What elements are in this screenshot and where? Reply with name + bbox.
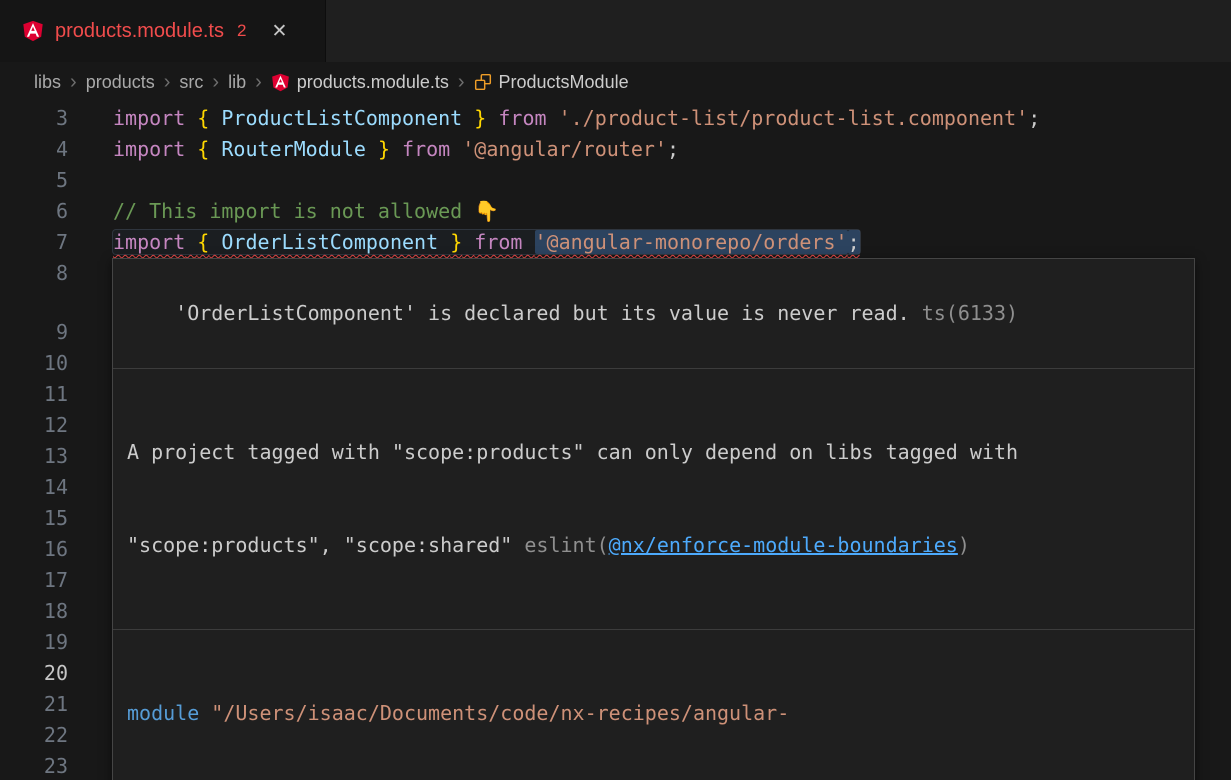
code-line-5: 5 [0, 165, 1231, 196]
line-number[interactable]: 5 [0, 165, 68, 196]
line-number[interactable]: 22 [0, 720, 68, 751]
breadcrumb-file-label: products.module.ts [297, 72, 449, 93]
line-number[interactable]: 8 [0, 258, 68, 289]
angular-icon [22, 20, 44, 42]
breadcrumb-item-lib[interactable]: lib [228, 72, 246, 93]
line-number[interactable]: 20 [0, 658, 68, 689]
hover-module-info: module "/Users/isaac/Documents/code/nx-r… [113, 630, 1194, 780]
code-line-3: 3 import { ProductListComponent } from '.… [0, 103, 1231, 134]
hover-ts-diagnostic: 'OrderListComponent' is declared but its… [113, 259, 1194, 369]
line-number[interactable]: 3 [0, 103, 68, 134]
tab-products-module[interactable]: products.module.ts 2 ✕ [0, 0, 326, 62]
chevron-right-icon: › [70, 72, 77, 92]
hover-eslint-source-close: ) [958, 533, 970, 557]
line-number[interactable]: 4 [0, 134, 68, 165]
code-line-6: 6 // This import is not allowed 👇 [0, 196, 1231, 227]
line-number[interactable]: 10 [0, 348, 68, 379]
tab-bar: products.module.ts 2 ✕ [0, 0, 1231, 62]
hover-ts-source: ts(6133) [910, 301, 1018, 325]
hover-eslint-source-open: eslint( [524, 533, 608, 557]
angular-icon [271, 73, 290, 92]
line-number[interactable]: 6 [0, 196, 68, 227]
chevron-right-icon: › [164, 72, 171, 92]
breadcrumb-item-products[interactable]: products [86, 72, 155, 93]
chevron-right-icon: › [255, 72, 262, 92]
eslint-rule-link[interactable]: @nx/enforce-module-boundaries [609, 533, 958, 557]
hover-popup: 'OrderListComponent' is declared but its… [112, 258, 1195, 780]
code-content[interactable] [113, 165, 1231, 196]
breadcrumb-item-symbol[interactable]: ProductsModule [474, 72, 629, 93]
breadcrumb-symbol-label: ProductsModule [499, 72, 629, 93]
hover-ts-message: 'OrderListComponent' is declared but its… [175, 301, 910, 325]
hover-eslint-line1: A project tagged with "scope:products" c… [127, 440, 1018, 464]
hover-module-keyword: module [127, 701, 211, 725]
line-number[interactable]: 19 [0, 627, 68, 658]
tab-problems-badge: 2 [237, 21, 246, 41]
chevron-right-icon: › [212, 72, 219, 92]
code-content[interactable]: import { ProductListComponent } from './… [113, 103, 1231, 134]
hover-module-path-line1: "/Users/isaac/Documents/code/nx-recipes/… [211, 701, 789, 725]
line-number[interactable]: 23 [0, 751, 68, 780]
close-icon[interactable]: ✕ [271, 20, 287, 43]
code-line-7: 7 import { OrderListComponent } from '@an… [0, 227, 1231, 258]
breadcrumb-item-file[interactable]: products.module.ts [271, 72, 449, 93]
line-number[interactable]: 13 [0, 441, 68, 472]
line-number[interactable]: 21 [0, 689, 68, 720]
code-content[interactable]: // This import is not allowed 👇 [113, 196, 1231, 227]
line-number[interactable]: 18 [0, 596, 68, 627]
code-line-4: 4 import { RouterModule } from '@angular/… [0, 134, 1231, 165]
hover-eslint-diagnostic: A project tagged with "scope:products" c… [113, 369, 1194, 630]
breadcrumb: libs › products › src › lib › products.m… [0, 62, 1231, 102]
line-number[interactable]: 16 [0, 534, 68, 565]
line-number[interactable]: 12 [0, 410, 68, 441]
breadcrumb-item-src[interactable]: src [179, 72, 203, 93]
error-highlighted-statement: import { OrderListComponent } from '@ang… [113, 230, 860, 254]
line-number[interactable]: 14 [0, 472, 68, 503]
chevron-right-icon: › [458, 72, 465, 92]
breadcrumb-item-libs[interactable]: libs [34, 72, 61, 93]
vscode-window: { "tab": { "title": "products.module.ts"… [0, 0, 1231, 780]
line-number[interactable]: 9 [0, 317, 68, 348]
line-number[interactable]: 17 [0, 565, 68, 596]
line-number[interactable]: 15 [0, 503, 68, 534]
tab-title: products.module.ts [55, 20, 224, 43]
line-number[interactable]: 11 [0, 379, 68, 410]
code-content[interactable]: import { RouterModule } from '@angular/r… [113, 134, 1231, 165]
code-content[interactable]: import { OrderListComponent } from '@ang… [113, 227, 1231, 258]
hover-eslint-line2: "scope:products", "scope:shared" [127, 533, 524, 557]
line-number[interactable]: 7 [0, 227, 68, 258]
symbol-class-icon [474, 73, 492, 91]
